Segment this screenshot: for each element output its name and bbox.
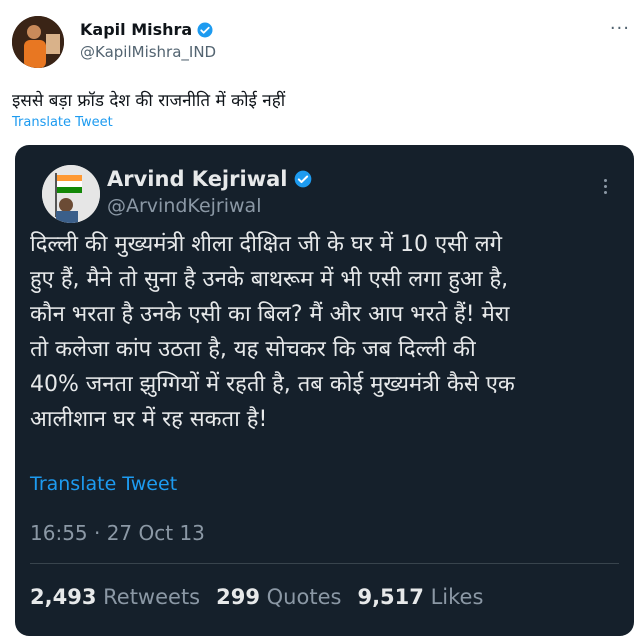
retweets-stat: 2,493 Retweets (30, 585, 201, 609)
author-name[interactable]: Kapil Mishra (80, 20, 192, 39)
quotes-stat: 299 Quotes (216, 585, 342, 609)
quoted-author-name: Arvind Kejriwal (107, 167, 288, 191)
avatar[interactable] (12, 16, 64, 68)
likes-stat: 9,517 Likes (357, 585, 484, 609)
tweet-text: इससे बड़ा फ्रॉड देश की राजनीति में कोई न… (12, 91, 286, 111)
quoted-tweet-text: दिल्ली की मुख्यमंत्री शीला दीक्षित जी के… (30, 232, 515, 432)
quoted-avatar (42, 165, 100, 223)
translate-tweet-link[interactable]: Translate Tweet (12, 115, 113, 130)
divider (30, 563, 619, 564)
verified-badge-icon (197, 22, 213, 37)
verified-badge-icon (295, 170, 312, 188)
author-handle[interactable]: @KapilMishra_IND (80, 43, 216, 61)
quoted-tweet-card[interactable]: Arvind Kejriwal @ArvindKejriwal दिल्ली क… (15, 145, 634, 636)
quoted-timestamp: 16:55 · 27 Oct 13 (30, 521, 205, 545)
more-dots-icon[interactable]: ··· (610, 18, 630, 39)
engagement-stats: 2,493 Retweets 299 Quotes 9,517 Likes (30, 585, 483, 609)
quoted-author-handle: @ArvindKejriwal (107, 195, 262, 217)
quoted-translate-link: Translate Tweet (30, 473, 178, 495)
more-vertical-icon (602, 179, 608, 194)
